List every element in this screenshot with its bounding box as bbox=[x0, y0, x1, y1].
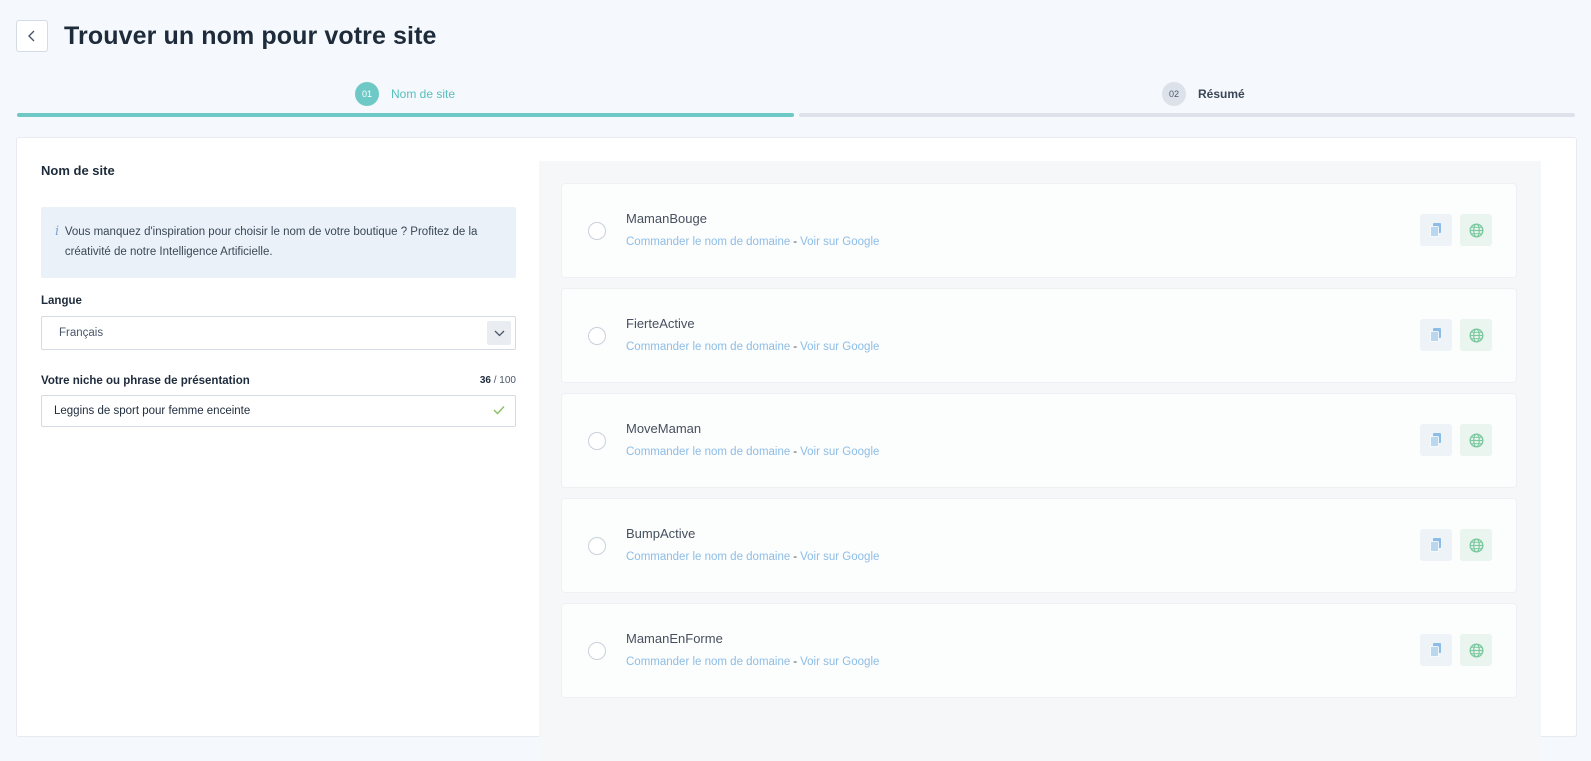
page-title: Trouver un nom pour votre site bbox=[64, 21, 437, 50]
niche-label: Votre niche ou phrase de présentation bbox=[41, 375, 250, 387]
language-value: Français bbox=[59, 327, 104, 339]
website-button[interactable] bbox=[1460, 214, 1492, 246]
info-text: Vous manquez d'inspiration pour choisir … bbox=[64, 226, 478, 258]
result-radio[interactable] bbox=[588, 432, 606, 450]
info-icon: i bbox=[55, 224, 60, 239]
result-radio[interactable] bbox=[588, 222, 606, 240]
result-item: BumpActive Commander le nom de domaine - V… bbox=[562, 499, 1516, 592]
result-links: Commander le nom de domaine - Voir sur Goo… bbox=[626, 446, 879, 458]
result-links: Commander le nom de domaine - Voir sur Goo… bbox=[626, 656, 879, 668]
result-radio[interactable] bbox=[588, 537, 606, 555]
chevron-left-icon bbox=[28, 30, 35, 42]
step-resume[interactable]: 02 Résumé bbox=[799, 80, 1575, 120]
globe-icon bbox=[1468, 432, 1484, 448]
globe-icon bbox=[1468, 642, 1484, 658]
copy-icon bbox=[1430, 433, 1441, 447]
globe-icon bbox=[1468, 537, 1484, 553]
step-nom-de-site[interactable]: 01 Nom de site bbox=[17, 80, 794, 120]
result-radio[interactable] bbox=[588, 642, 606, 660]
result-name: MamanBouge bbox=[626, 211, 707, 226]
order-domain-link[interactable]: Commander le nom de domaine bbox=[626, 341, 790, 353]
step-progress-bar bbox=[799, 113, 1575, 117]
google-link[interactable]: Voir sur Google bbox=[800, 446, 879, 458]
section-title: Nom de site bbox=[41, 163, 115, 178]
order-domain-link[interactable]: Commander le nom de domaine bbox=[626, 446, 790, 458]
google-link[interactable]: Voir sur Google bbox=[800, 551, 879, 563]
link-separator: - bbox=[793, 656, 798, 668]
copy-icon bbox=[1430, 223, 1441, 237]
result-name: FierteActive bbox=[626, 316, 695, 331]
globe-icon bbox=[1468, 222, 1484, 238]
niche-input[interactable]: Leggins de sport pour femme enceinte bbox=[41, 395, 516, 427]
website-button[interactable] bbox=[1460, 319, 1492, 351]
website-button[interactable] bbox=[1460, 529, 1492, 561]
back-button[interactable] bbox=[16, 20, 48, 52]
order-domain-link[interactable]: Commander le nom de domaine bbox=[626, 551, 790, 563]
result-name: MamanEnForme bbox=[626, 631, 723, 646]
page-header: Trouver un nom pour votre site bbox=[16, 20, 437, 52]
result-links: Commander le nom de domaine - Voir sur Goo… bbox=[626, 236, 879, 248]
character-count: 36 bbox=[479, 375, 491, 386]
google-link[interactable]: Voir sur Google bbox=[800, 656, 879, 668]
select-toggle[interactable] bbox=[487, 321, 511, 345]
result-item: MoveMaman Commander le nom de domaine - Vo… bbox=[562, 394, 1516, 487]
copy-button[interactable] bbox=[1420, 319, 1452, 351]
link-separator: - bbox=[793, 446, 798, 458]
order-domain-link[interactable]: Commander le nom de domaine bbox=[626, 656, 790, 668]
step-progress-bar bbox=[17, 113, 794, 117]
results-panel: MamanBouge Commander le nom de domaine - V… bbox=[539, 161, 1541, 761]
copy-icon bbox=[1430, 538, 1441, 552]
copy-button[interactable] bbox=[1420, 214, 1452, 246]
globe-icon bbox=[1468, 327, 1484, 343]
result-item: MamanBouge Commander le nom de domaine - V… bbox=[562, 184, 1516, 277]
main-card: Nom de site i Vous manquez d'inspiration… bbox=[16, 137, 1577, 761]
character-max: / 100 bbox=[493, 375, 516, 386]
chevron-down-icon bbox=[494, 330, 504, 336]
copy-button[interactable] bbox=[1420, 424, 1452, 456]
step-label: Résumé bbox=[1198, 87, 1245, 101]
info-box: i Vous manquez d'inspiration pour choisi… bbox=[41, 207, 516, 278]
google-link[interactable]: Voir sur Google bbox=[800, 341, 879, 353]
result-name: BumpActive bbox=[626, 526, 696, 541]
character-counter: 36 / 100 bbox=[480, 375, 516, 386]
result-links: Commander le nom de domaine - Voir sur Goo… bbox=[626, 551, 879, 563]
result-links: Commander le nom de domaine - Voir sur Goo… bbox=[626, 341, 879, 353]
link-separator: - bbox=[793, 341, 798, 353]
step-label: Nom de site bbox=[391, 87, 456, 101]
copy-icon bbox=[1430, 328, 1441, 342]
google-link[interactable]: Voir sur Google bbox=[800, 236, 879, 248]
link-separator: - bbox=[793, 551, 798, 563]
niche-value: Leggins de sport pour femme enceinte bbox=[54, 405, 251, 417]
step-number: 01 bbox=[355, 82, 379, 106]
order-domain-link[interactable]: Commander le nom de domaine bbox=[626, 236, 790, 248]
result-radio[interactable] bbox=[588, 327, 606, 345]
link-separator: - bbox=[793, 236, 798, 248]
language-label: Langue bbox=[41, 295, 82, 307]
result-item: FierteActive Commander le nom de domaine… bbox=[562, 289, 1516, 382]
result-item: MamanEnForme Commander le nom de domaine… bbox=[562, 604, 1516, 697]
result-name: MoveMaman bbox=[626, 421, 702, 436]
step-number: 02 bbox=[1162, 82, 1186, 106]
website-button[interactable] bbox=[1460, 634, 1492, 666]
copy-button[interactable] bbox=[1420, 529, 1452, 561]
language-select[interactable]: Français bbox=[41, 316, 516, 350]
website-button[interactable] bbox=[1460, 424, 1492, 456]
copy-icon bbox=[1430, 643, 1441, 657]
stepper: 01 Nom de site 02 Résumé bbox=[17, 80, 1575, 120]
copy-button[interactable] bbox=[1420, 634, 1452, 666]
check-icon bbox=[493, 405, 505, 415]
